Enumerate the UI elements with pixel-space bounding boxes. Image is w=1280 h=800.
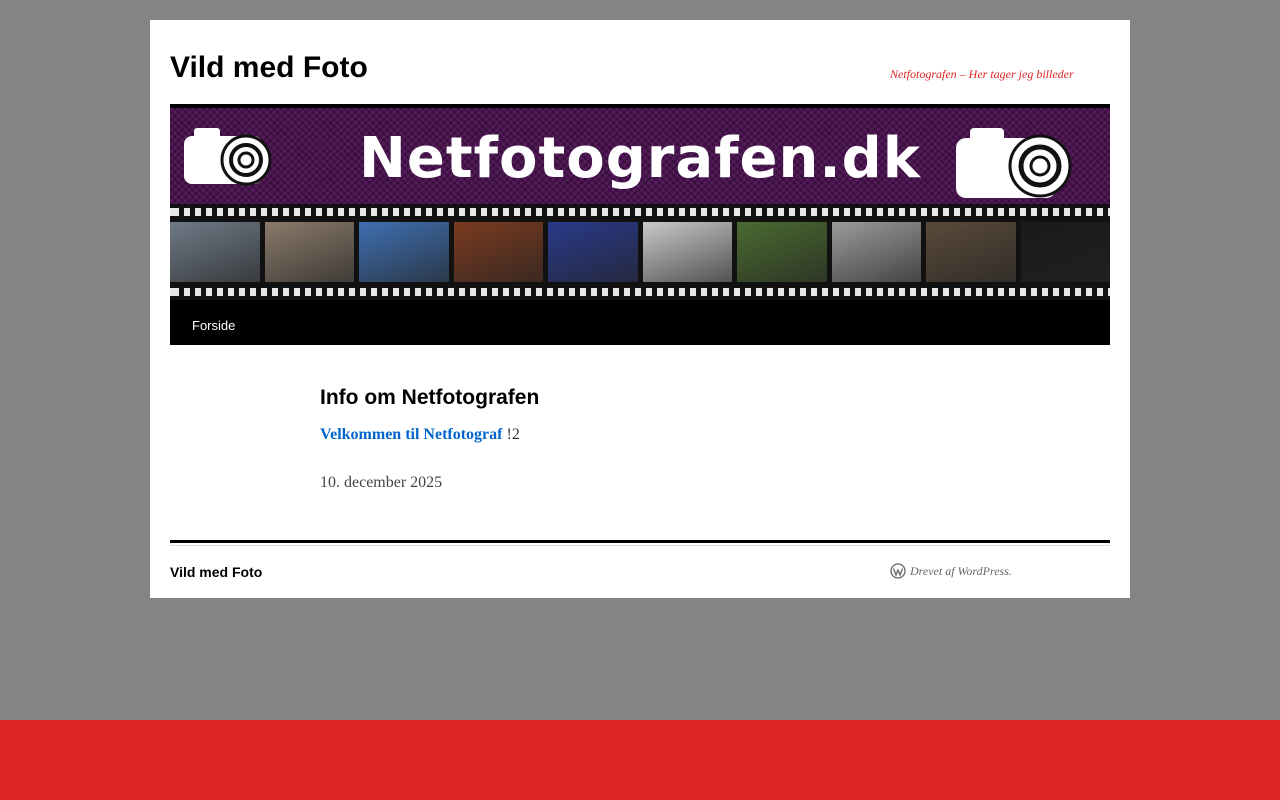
- footer-divider-thin: [170, 545, 1110, 546]
- filmstrip-photo: [642, 222, 732, 282]
- filmstrip-photo: [264, 222, 354, 282]
- banner-logo-area: Netfotografen.dk: [170, 108, 1110, 204]
- filmstrip-photo: [453, 222, 543, 282]
- camera-icon: [956, 128, 1072, 198]
- filmstrip-photo: [831, 222, 921, 282]
- powered-by-text: Drevet af WordPress.: [910, 563, 1012, 578]
- site-description: Netfotografen – Her tager jeg billeder: [890, 67, 1074, 81]
- filmstrip-photo: [170, 222, 260, 282]
- film-sprockets-bottom: [170, 288, 1110, 296]
- main-navigation: Forside: [170, 300, 1110, 345]
- filmstrip-photos: [170, 222, 1110, 282]
- entry-date: 10. december 2025: [320, 474, 443, 491]
- filmstrip-photo: [926, 222, 1016, 282]
- site-title[interactable]: Vild med Foto: [170, 50, 368, 86]
- page-wrapper: Vild med Foto Netfotografen – Her tager …: [150, 20, 1130, 598]
- welcome-suffix: !2: [502, 426, 520, 443]
- filmstrip-photo: [1020, 222, 1110, 282]
- welcome-link[interactable]: Velkommen til Netfotograf: [320, 426, 502, 443]
- footer-site-title[interactable]: Vild med Foto: [170, 564, 262, 580]
- entry-title: Info om Netfotografen: [320, 386, 540, 409]
- powered-by-link[interactable]: Drevet af WordPress.: [890, 563, 1012, 579]
- entry-content: Velkommen til Netfotograf !2: [320, 426, 520, 444]
- wordpress-icon: [890, 563, 906, 579]
- nav-item-forside[interactable]: Forside: [192, 318, 235, 333]
- header-banner-image: Netfotografen.dk: [170, 108, 1110, 300]
- filmstrip-photo: [548, 222, 638, 282]
- filmstrip-photo: [737, 222, 827, 282]
- filmstrip: [170, 204, 1110, 300]
- footer-divider: [170, 540, 1110, 543]
- bottom-color-band: [0, 720, 1280, 800]
- filmstrip-photo: [359, 222, 449, 282]
- film-sprockets-top: [170, 208, 1110, 216]
